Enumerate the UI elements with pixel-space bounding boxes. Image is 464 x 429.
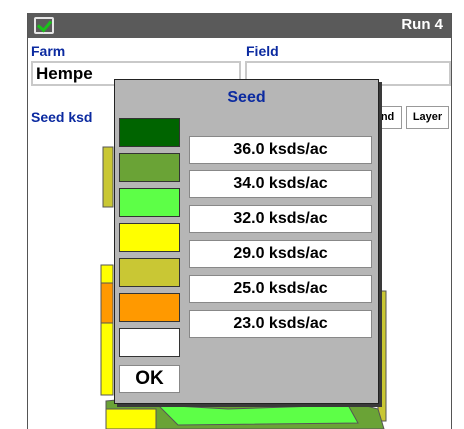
rate-5: 23.0 ksds/ac (189, 310, 372, 338)
layer-button[interactable]: Layer (406, 106, 449, 129)
swatch-6 (119, 328, 180, 357)
map-zone-yellow-bottom (105, 408, 157, 429)
swatch-5 (119, 293, 180, 322)
run-label: Run 4 (401, 16, 443, 33)
rate-0: 36.0 ksds/ac (189, 136, 372, 164)
map-zone-mustard (102, 146, 114, 208)
rate-4: 25.0 ksds/ac (189, 275, 372, 303)
rate-2: 32.0 ksds/ac (189, 205, 372, 233)
map-zone-orange (100, 282, 114, 324)
checkmark-glyph (36, 16, 53, 33)
field-label: Field (246, 43, 279, 59)
seed-legend-dialog: Seed 36.0 ksds/ac 34.0 ksds/ac 32.0 ksds… (114, 79, 379, 404)
checkmark-icon[interactable] (34, 16, 54, 34)
swatch-4 (119, 258, 180, 287)
rate-3: 29.0 ksds/ac (189, 240, 372, 268)
swatch-3 (119, 223, 180, 252)
ok-button[interactable]: OK (119, 365, 180, 393)
map-zone-mustard-right (377, 290, 387, 422)
swatch-1 (119, 153, 180, 182)
title-bar: Run 4 (28, 13, 451, 38)
map-zone-bright (156, 404, 359, 426)
swatch-2 (119, 188, 180, 217)
app-window: Run 4 Farm Hempe Field Seed ksd end Laye… (27, 13, 452, 429)
swatch-0 (119, 118, 180, 147)
farm-label: Farm (31, 43, 66, 59)
rate-1: 34.0 ksds/ac (189, 170, 372, 198)
dialog-title: Seed (227, 89, 266, 106)
seed-label: Seed ksd (31, 109, 93, 125)
